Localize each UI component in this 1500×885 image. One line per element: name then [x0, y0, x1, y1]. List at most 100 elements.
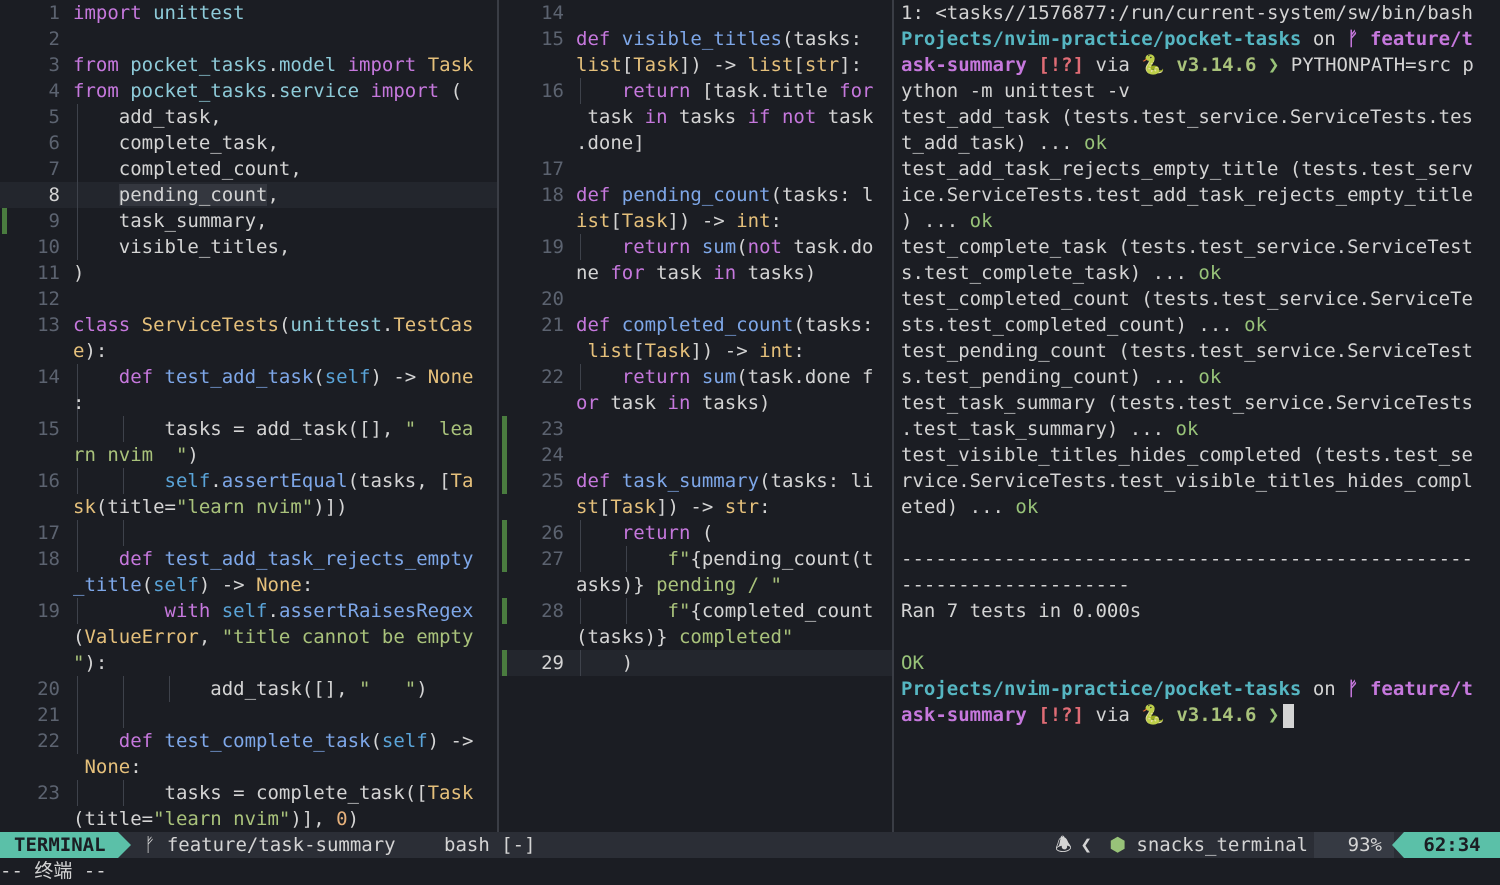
code-line[interactable]: 22 def test_complete_task(self) -> [0, 728, 497, 754]
code-line[interactable]: 2 [0, 26, 497, 52]
code-line[interactable]: 14 def test_add_task(self) -> None [0, 364, 497, 390]
code-line[interactable]: .done] [500, 130, 892, 156]
code-token: st [576, 496, 599, 518]
code-line[interactable]: task in tasks if not task [500, 104, 892, 130]
code-token: )], [290, 808, 337, 830]
line-number: 22 [37, 730, 60, 752]
code-line[interactable]: "): [0, 650, 497, 676]
code-line[interactable]: rn nvim ") [0, 442, 497, 468]
editor-pane-test-file[interactable]: 1 import unittest 2 3 from pocket_tasks.mode… [0, 0, 497, 832]
code-line[interactable]: 22 return sum(task.done f [500, 364, 892, 390]
line-number: 4 [48, 80, 60, 102]
code-line[interactable]: 19 with self.assertRaisesRegex [0, 598, 497, 624]
code-line[interactable]: ist[Task]) -> int: [500, 208, 892, 234]
code-text: add_task, [73, 104, 222, 130]
code-line[interactable]: 18 def pending_count(tasks: l [500, 182, 892, 208]
code-token: visible_titles [621, 28, 782, 50]
code-line[interactable]: 7 completed_count, [0, 156, 497, 182]
code-text: return sum(not task.do [576, 234, 874, 260]
line-number: 29 [541, 652, 564, 674]
code-line[interactable]: 9 task_summary, [0, 208, 497, 234]
code-line[interactable]: (ValueError, "title cannot be empty [0, 624, 497, 650]
code-line[interactable]: 8 pending_count, [0, 182, 497, 208]
code-line[interactable]: 21 def completed_count(tasks: [500, 312, 892, 338]
command-line[interactable]: -- 终端 -- [0, 858, 1500, 885]
code-line[interactable]: ne for task in tasks) [500, 260, 892, 286]
code-line[interactable]: 20 add_task([], " ") [0, 676, 497, 702]
code-token: : [770, 210, 782, 232]
terminal-line: ask-summary [!?] via 🐍 v3.14.6 ❯ [895, 702, 1500, 728]
code-token: : [301, 574, 314, 596]
code-line[interactable]: 19 return sum(not task.do [500, 234, 892, 260]
terminal-line: .test_task_summary) ... ok [895, 416, 1500, 442]
code-line[interactable]: 20 [500, 286, 892, 312]
code-token: " [73, 652, 85, 674]
code-line[interactable]: list[Task]) -> list[str]: [500, 52, 892, 78]
code-token: . [210, 470, 222, 492]
code-line[interactable]: list[Task]) -> int: [500, 338, 892, 364]
code-line[interactable]: 17 [500, 156, 892, 182]
code-line[interactable]: 15 tasks = add_task([], " lea [0, 416, 497, 442]
code-line[interactable]: 25 def task_summary(tasks: li [500, 468, 892, 494]
code-line[interactable]: 4 from pocket_tasks.service import ( [0, 78, 497, 104]
terminal-line: rvice.ServiceTests.test_visible_titles_h… [895, 468, 1500, 494]
terminal-line: test_pending_count (tests.test_service.S… [895, 338, 1500, 364]
code-line[interactable]: : [0, 390, 497, 416]
code-line[interactable]: 16 self.assertEqual(tasks, [Ta [0, 468, 497, 494]
code-line[interactable]: (tasks)} completed" [500, 624, 892, 650]
code-line[interactable]: st[Task]) -> str: [500, 494, 892, 520]
code-line[interactable]: asks)} pending / " [500, 572, 892, 598]
code-line[interactable]: 23 tasks = complete_task([Task [0, 780, 497, 806]
code-line[interactable]: _title(self) -> None: [0, 572, 497, 598]
code-line[interactable]: 26 return ( [500, 520, 892, 546]
code-token: Task [427, 782, 474, 804]
code-token: ist [576, 210, 611, 232]
code-line[interactable]: 5 add_task, [0, 104, 497, 130]
code-line[interactable]: 14 [500, 0, 892, 26]
code-line[interactable]: 1 import unittest [0, 0, 497, 26]
code-text: def test_complete_task(self) -> [73, 728, 474, 754]
editor-pane-service-file[interactable]: 14 15 def visible_titles(tasks: list[Task])… [500, 0, 892, 832]
code-line[interactable]: 21 [0, 702, 497, 728]
code-token: self [164, 470, 211, 492]
code-line[interactable]: 24 [500, 442, 892, 468]
code-line[interactable]: 23 [500, 416, 892, 442]
code-text: (ValueError, "title cannot be empty [73, 624, 473, 650]
code-line[interactable]: 28 f"{completed_count [500, 598, 892, 624]
line-number: 12 [37, 288, 60, 310]
code-line[interactable]: 15 def visible_titles(tasks: [500, 26, 892, 52]
code-text: st[Task]) -> str: [576, 494, 771, 520]
code-line[interactable]: 10 visible_titles, [0, 234, 497, 260]
code-line[interactable]: sk(title="learn nvim")]) [0, 494, 497, 520]
code-line[interactable]: or task in tasks) [500, 390, 892, 416]
mode-indicator: TERMINAL [0, 832, 118, 858]
code-line[interactable]: 18 def test_add_task_rejects_empty [0, 546, 497, 572]
code-line[interactable]: None: [0, 754, 497, 780]
code-line[interactable]: (title="learn nvim")], 0) [0, 806, 497, 832]
code-line[interactable]: 16 return [task.title for [500, 78, 892, 104]
terminal-text: on [1301, 678, 1348, 700]
code-line[interactable]: 29 ) [500, 650, 892, 676]
code-token: {pending_count(t [690, 548, 874, 570]
code-line[interactable]: 17 [0, 520, 497, 546]
code-token: (tasks, [ [347, 470, 451, 492]
code-line[interactable]: 11) [0, 260, 497, 286]
scroll-percent: 93% [1347, 834, 1382, 856]
code-text: with self.assertRaisesRegex [73, 598, 474, 624]
line-number: 6 [48, 132, 60, 154]
terminal-line: eted) ... ok [895, 494, 1500, 520]
code-line[interactable]: 3 from pocket_tasks.model import Task [0, 52, 497, 78]
code-line[interactable]: e): [0, 338, 497, 364]
code-line[interactable]: 12 [0, 286, 497, 312]
terminal-line: Projects/nvim-practice/pocket-tasks on ᚠ… [895, 26, 1500, 52]
code-line[interactable]: 13 class ServiceTests(unittest.TestCas [0, 312, 497, 338]
code-text: .done] [576, 130, 645, 156]
code-line[interactable]: 6 complete_task, [0, 130, 497, 156]
code-line[interactable]: 27 f"{pending_count(t [500, 546, 892, 572]
terminal-pane[interactable]: 1: <tasks//1576877:/run/current-system/s… [895, 0, 1500, 832]
code-token: ( [736, 236, 748, 258]
